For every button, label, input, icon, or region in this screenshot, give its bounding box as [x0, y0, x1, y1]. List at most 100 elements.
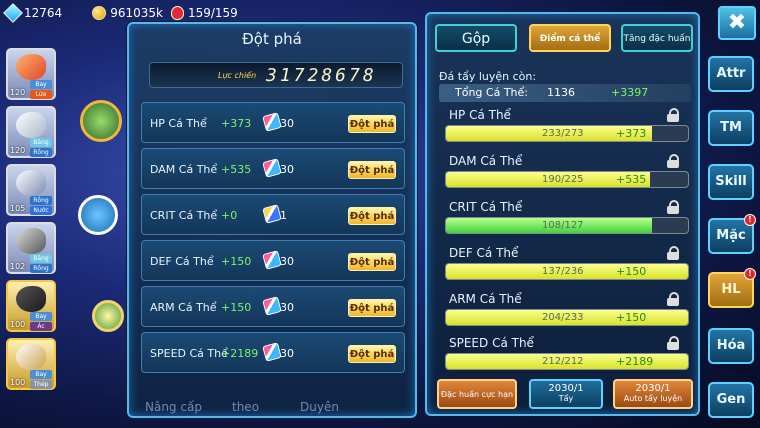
stat-name: DAM Cá Thể — [150, 163, 218, 176]
type-badge: Rồng — [30, 264, 52, 273]
breakthrough-row: SPEED Cá Thể +2189 30 Đột phá — [141, 332, 405, 373]
breakthrough-button[interactable]: Đột phá — [348, 161, 396, 179]
remaining-stones-label: Đá tẩy luyện còn: — [439, 70, 537, 83]
type-badge: Băng — [30, 254, 52, 263]
stat-name: DAM Cá Thể — [449, 154, 523, 168]
iv-bonus: +150 — [616, 311, 647, 324]
iv-value: 212/212 — [542, 356, 584, 367]
item-qty: 30 — [280, 163, 294, 176]
type-badge: Rồng — [30, 148, 52, 157]
iv-bonus: +150 — [616, 265, 647, 278]
roster-slot[interactable]: Bay Lửa 120 — [6, 48, 56, 100]
training-panel: Gộp Điểm cá thể Tăng đặc huấn Đá tẩy luy… — [425, 12, 700, 416]
orb-icon[interactable] — [92, 300, 124, 332]
breakthrough-button[interactable]: Đột phá — [348, 299, 396, 317]
side-tab-attr[interactable]: Attr — [708, 56, 754, 92]
stat-name: ARM Cá Thể — [150, 301, 217, 314]
side-tab-tm[interactable]: TM — [708, 110, 754, 146]
alert-badge: ! — [744, 268, 756, 280]
item-qty: 1 — [280, 209, 287, 222]
auto-wash-button[interactable]: 2030/1 Auto tẩy luyện — [613, 379, 693, 409]
breakthrough-row: CRIT Cá Thể +0 1 Đột phá — [141, 194, 405, 235]
side-tab-gen[interactable]: Gen — [708, 382, 754, 418]
side-tab-wear[interactable]: Mặc ! — [708, 214, 756, 254]
iv-bonus: +373 — [616, 127, 647, 140]
roster-slot[interactable]: Bay Ác 100 — [6, 280, 56, 332]
auto-wash-count: 2030/1 — [635, 383, 671, 394]
lock-icon[interactable] — [667, 108, 679, 122]
stat-bonus: +150 — [221, 301, 252, 314]
iv-progress-bar: 190/225 +535 — [445, 171, 689, 188]
iv-stat: CRIT Cá Thể 108/127 — [443, 200, 691, 244]
total-bonus: +3397 — [611, 86, 649, 99]
breakthrough-button[interactable]: Đột phá — [348, 253, 396, 271]
feature-icon[interactable] — [80, 100, 122, 142]
iv-bonus: +2189 — [616, 355, 654, 368]
iv-progress-bar: 233/273 +373 — [445, 125, 689, 142]
lock-icon[interactable] — [667, 154, 679, 168]
iv-value: 204/233 — [542, 312, 584, 323]
close-button[interactable]: ✖ — [718, 6, 756, 40]
type-badge: Bay — [30, 80, 52, 89]
total-value: 1136 — [547, 86, 575, 99]
gem-counter: 12764 — [3, 3, 62, 23]
side-tab-evolve[interactable]: Hóa — [708, 328, 754, 364]
iv-stat: ARM Cá Thể 204/233 +150 — [443, 292, 691, 336]
menu-follow[interactable]: theo — [232, 400, 259, 414]
side-tab-hl[interactable]: HL ! — [708, 268, 756, 308]
stat-name: SPEED Cá Thể — [150, 347, 228, 360]
auto-wash-label: Auto tẩy luyện — [623, 394, 683, 403]
type-badge: Băng — [30, 138, 52, 147]
panel-title: Đột phá — [242, 30, 302, 48]
roster-slot[interactable]: Rồng Nước 105 — [6, 164, 56, 216]
lock-icon[interactable] — [667, 336, 679, 350]
lock-icon[interactable] — [667, 200, 679, 214]
pokemon-portrait — [16, 54, 46, 80]
tab-individual-points[interactable]: Điểm cá thể — [529, 24, 611, 52]
special-training-button[interactable]: Đặc huấn cực hạn — [437, 379, 517, 409]
gold-value: 961035k — [110, 6, 163, 20]
type-badge: Thép — [30, 380, 52, 389]
iv-bonus: +535 — [616, 173, 647, 186]
breakthrough-button[interactable]: Đột phá — [348, 115, 396, 133]
coin-icon — [92, 6, 107, 20]
menu-upgrade[interactable]: Nâng cấp — [145, 400, 202, 414]
alert-badge: ! — [744, 214, 756, 226]
item-qty: 30 — [280, 347, 294, 360]
side-tab-skill[interactable]: Skill — [708, 164, 754, 200]
breakthrough-button[interactable]: Đột phá — [348, 207, 396, 225]
bag-icon[interactable] — [78, 195, 118, 235]
total-iv-row: Tổng Cá Thể: 1136 +3397 — [439, 84, 691, 102]
wash-label: Tẩy — [558, 394, 574, 403]
candy-icon — [262, 204, 282, 224]
roster-slot[interactable]: Băng Rồng 102 — [6, 222, 56, 274]
stat-name: HP Cá Thể — [150, 117, 207, 130]
stat-name: CRIT Cá Thể — [449, 200, 523, 214]
lock-icon[interactable] — [667, 246, 679, 260]
roster-slot[interactable]: Băng Rồng 120 — [6, 106, 56, 158]
candy-icon — [262, 342, 282, 362]
candy-icon — [262, 296, 282, 316]
gem-icon — [3, 3, 23, 23]
tab-merge[interactable]: Gộp — [435, 24, 517, 52]
breakthrough-panel: Đột phá Lực chiến 31728678 HP Cá Thể +37… — [127, 22, 417, 418]
item-qty: 30 — [280, 301, 294, 314]
roster-slot[interactable]: Bay Thép 100 — [6, 338, 56, 390]
combat-power-label: Lực chiến — [218, 71, 257, 80]
type-badge: Lửa — [30, 90, 52, 99]
tab-special-training[interactable]: Tăng đặc huấn — [621, 24, 693, 52]
breakthrough-button[interactable]: Đột phá — [348, 345, 396, 363]
lock-icon[interactable] — [667, 292, 679, 306]
pokemon-portrait — [16, 344, 46, 370]
iv-progress-bar: 212/212 +2189 — [445, 353, 689, 370]
iv-progress-bar: 137/236 +150 — [445, 263, 689, 280]
wash-button[interactable]: 2030/1 Tẩy — [529, 379, 603, 409]
iv-value: 233/273 — [542, 128, 584, 139]
level-label: 120 — [10, 146, 26, 155]
side-tab-label: HL — [721, 282, 741, 297]
breakthrough-row: DAM Cá Thể +535 30 Đột phá — [141, 148, 405, 189]
candy-icon — [262, 158, 282, 178]
menu-bond[interactable]: Duyên — [300, 400, 339, 414]
breakthrough-row: HP Cá Thể +373 30 Đột phá — [141, 102, 405, 143]
stat-name: DEF Cá Thể — [150, 255, 214, 268]
